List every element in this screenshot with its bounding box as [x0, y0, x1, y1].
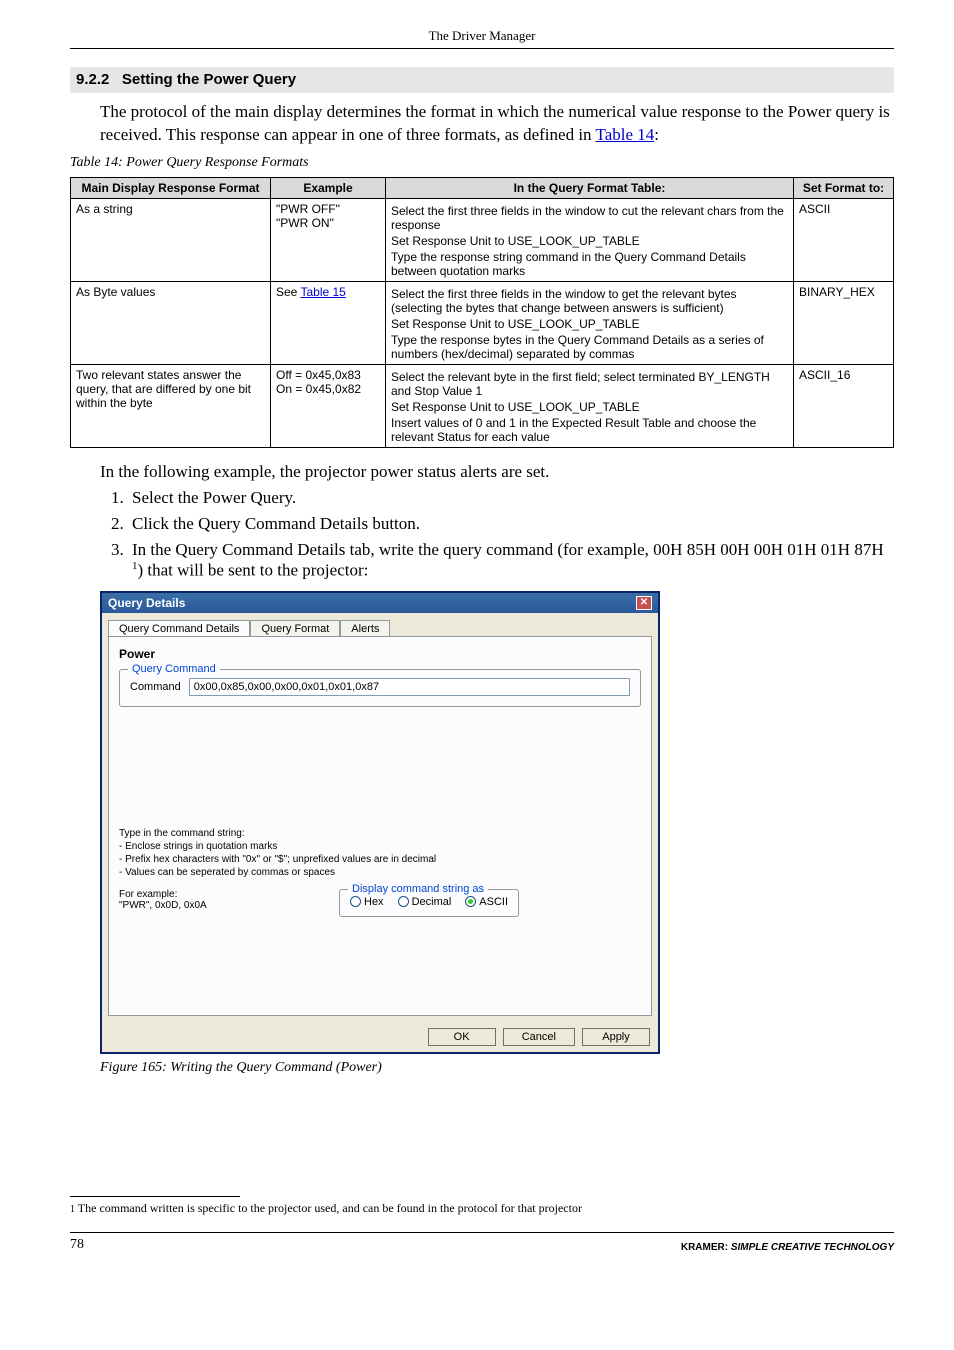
section-title: Setting the Power Query — [122, 71, 296, 88]
table-15-link[interactable]: Table 15 — [300, 285, 345, 299]
hint-line: - Enclose strings in quotation marks — [119, 840, 641, 853]
instr-line: Type the response bytes in the Query Com… — [391, 333, 788, 361]
radio-label: ASCII — [479, 896, 508, 908]
apply-button[interactable]: Apply — [582, 1028, 650, 1046]
hint-line: - Values can be seperated by commas or s… — [119, 866, 641, 879]
instr-line: Insert values of 0 and 1 in the Expected… — [391, 416, 788, 444]
cell-setformat: ASCII — [794, 198, 894, 281]
cell-setformat: BINARY_HEX — [794, 281, 894, 364]
brand-text: KRAMER: SIMPLE CREATIVE TECHNOLOGY — [681, 1242, 894, 1253]
tab-query-format[interactable]: Query Format — [250, 620, 340, 637]
dialog-tabs: Query Command Details Query Format Alert… — [102, 613, 658, 636]
cell-instructions: Select the first three fields in the win… — [386, 198, 794, 281]
th-response-format: Main Display Response Format — [71, 177, 271, 198]
display-as-fieldset: Display command string as Hex Decimal — [339, 889, 519, 918]
running-head: The Driver Manager — [70, 28, 894, 44]
radio-hex[interactable]: Hex — [350, 896, 384, 908]
instr-line: Set Response Unit to USE_LOOK_UP_TABLE — [391, 234, 788, 248]
cell-instructions: Select the relevant byte in the first fi… — [386, 364, 794, 447]
instr-line: Type the response string command in the … — [391, 250, 788, 278]
dialog-titlebar[interactable]: Query Details ✕ — [102, 593, 658, 613]
footnote: 1 The command written is specific to the… — [70, 1201, 894, 1217]
section-heading-bar: 9.2.2 Setting the Power Query — [70, 67, 894, 93]
command-label: Command — [130, 681, 181, 693]
ok-button[interactable]: OK — [428, 1028, 496, 1046]
close-icon[interactable]: ✕ — [636, 596, 652, 610]
power-label: Power — [119, 647, 641, 661]
response-format-table: Main Display Response Format Example In … — [70, 177, 894, 448]
query-command-legend: Query Command — [128, 663, 220, 675]
intro-text-2: : — [654, 125, 659, 144]
hint-line: - Prefix hex characters with "0x" or "$"… — [119, 853, 641, 866]
tab-alerts[interactable]: Alerts — [340, 620, 390, 637]
table-row: Two relevant states answer the query, th… — [71, 364, 894, 447]
radio-ascii[interactable]: ASCII — [465, 896, 508, 908]
radio-decimal[interactable]: Decimal — [398, 896, 452, 908]
steps-list: Select the Power Query. Click the Query … — [128, 488, 894, 581]
display-as-legend: Display command string as — [348, 883, 488, 895]
step-item: Select the Power Query. — [128, 488, 894, 508]
radio-icon — [465, 896, 476, 907]
page-number: 78 — [70, 1237, 84, 1253]
query-details-dialog: Query Details ✕ Query Command Details Qu… — [100, 591, 660, 1054]
dialog-panel: Power Query Command Command Type in the … — [108, 636, 652, 1016]
example-line: For example: — [119, 889, 299, 900]
top-rule — [70, 48, 894, 49]
instr-line: Set Response Unit to USE_LOOK_UP_TABLE — [391, 400, 788, 414]
after-table-para: In the following example, the projector … — [100, 462, 894, 482]
brand-rest: SIMPLE CREATIVE TECHNOLOGY — [728, 1242, 894, 1253]
table-14-link[interactable]: Table 14 — [596, 125, 655, 144]
cell-format: As a string — [71, 198, 271, 281]
brand-k: KRAMER: — [681, 1242, 728, 1253]
footnote-text: The command written is specific to the p… — [75, 1201, 582, 1215]
radio-label: Hex — [364, 896, 384, 908]
query-command-fieldset: Query Command Command — [119, 669, 641, 707]
cell-instructions: Select the first three fields in the win… — [386, 281, 794, 364]
intro-text-1: The protocol of the main display determi… — [100, 102, 890, 144]
instr-line: Select the relevant byte in the first fi… — [391, 370, 788, 398]
example-line: "PWR", 0x0D, 0x0A — [119, 900, 299, 911]
cell-format: As Byte values — [71, 281, 271, 364]
cell-setformat: ASCII_16 — [794, 364, 894, 447]
dialog-title-text: Query Details — [108, 596, 185, 610]
table-row: As Byte values See Table 15 Select the f… — [71, 281, 894, 364]
hint-line: Type in the command string: — [119, 827, 641, 840]
step-item: Click the Query Command Details button. — [128, 514, 894, 534]
radio-icon — [350, 896, 361, 907]
cell-example: See Table 15 — [271, 281, 386, 364]
instr-line: Select the first three fields in the win… — [391, 287, 788, 315]
step-suffix: ) that will be sent to the projector: — [138, 561, 369, 580]
step-text: In the Query Command Details tab, write … — [132, 540, 884, 559]
radio-label: Decimal — [412, 896, 452, 908]
step-item: In the Query Command Details tab, write … — [128, 540, 894, 581]
th-query-format: In the Query Format Table: — [386, 177, 794, 198]
table-row: As a string "PWR OFF" "PWR ON" Select th… — [71, 198, 894, 281]
th-example: Example — [271, 177, 386, 198]
section-number: 9.2.2 — [76, 71, 109, 88]
intro-paragraph: The protocol of the main display determi… — [100, 101, 894, 147]
figure-caption: Figure 165: Writing the Query Command (P… — [100, 1060, 894, 1076]
page-footer: 78 KRAMER: SIMPLE CREATIVE TECHNOLOGY — [70, 1232, 894, 1253]
th-set-format: Set Format to: — [794, 177, 894, 198]
cell-example: "PWR OFF" "PWR ON" — [271, 198, 386, 281]
tab-query-command-details[interactable]: Query Command Details — [108, 620, 250, 637]
command-input[interactable] — [189, 678, 630, 696]
instr-line: Select the first three fields in the win… — [391, 204, 788, 232]
radio-icon — [398, 896, 409, 907]
instr-line: Set Response Unit to USE_LOOK_UP_TABLE — [391, 317, 788, 331]
cancel-button[interactable]: Cancel — [503, 1028, 575, 1046]
dialog-button-row: OK Cancel Apply — [102, 1022, 658, 1052]
cell-format: Two relevant states answer the query, th… — [71, 364, 271, 447]
hint-block: Type in the command string: - Enclose st… — [119, 827, 641, 879]
cell-example-pre: See — [276, 285, 300, 299]
footnote-rule — [70, 1196, 240, 1197]
cell-example: Off = 0x45,0x83 On = 0x45,0x82 — [271, 364, 386, 447]
table-caption: Table 14: Power Query Response Formats — [70, 155, 894, 171]
